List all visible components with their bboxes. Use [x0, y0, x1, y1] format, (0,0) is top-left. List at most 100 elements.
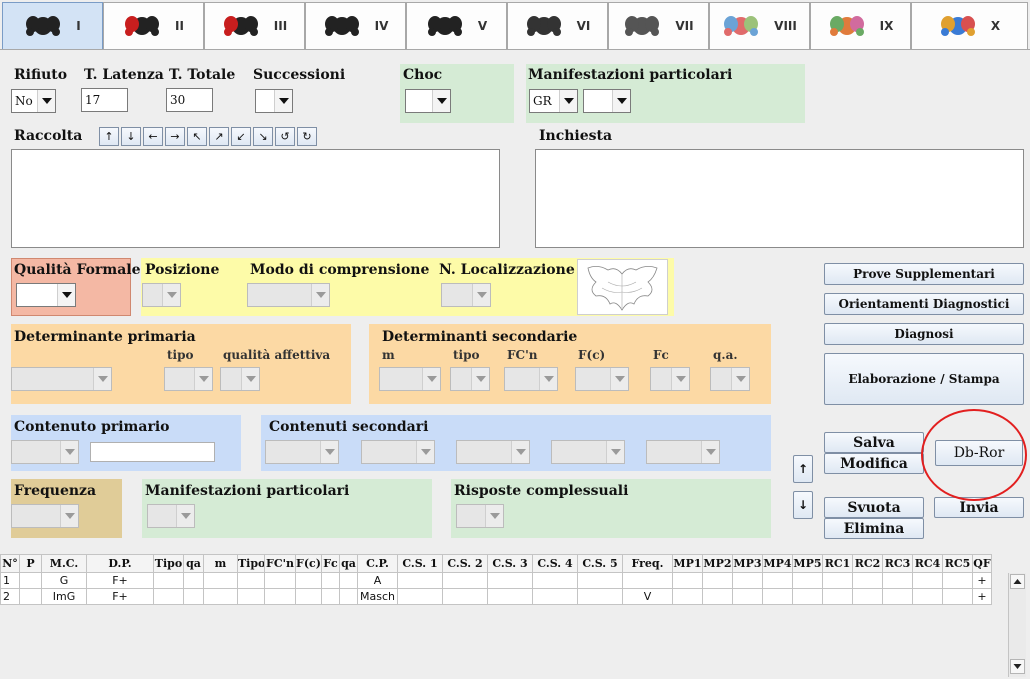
column-header[interactable]: MP5	[791, 554, 823, 573]
table-cell[interactable]	[396, 588, 443, 605]
tab-card-5[interactable]: V	[406, 2, 507, 49]
table-cell[interactable]	[911, 588, 943, 605]
salva-button[interactable]: Salva	[824, 432, 924, 453]
table-cell[interactable]	[19, 572, 42, 589]
table-cell[interactable]	[851, 572, 883, 589]
table-cell[interactable]: +	[971, 572, 992, 589]
tab-card-8[interactable]: VIII	[709, 2, 810, 49]
table-cell[interactable]	[881, 572, 913, 589]
table-cell[interactable]	[203, 572, 238, 589]
table-cell[interactable]	[339, 588, 358, 605]
det-sec-select-1[interactable]	[379, 367, 441, 391]
table-cell[interactable]	[671, 572, 703, 589]
column-header[interactable]: qa	[339, 554, 358, 573]
table-cell[interactable]: 1	[0, 572, 20, 589]
column-header[interactable]: FC'n	[264, 554, 296, 573]
table-cell[interactable]: A	[357, 572, 398, 589]
contenuto-secondario-2-select[interactable]	[361, 440, 435, 464]
column-header[interactable]: RC5	[941, 554, 973, 573]
table-row[interactable]: 2 ImG F+ Masch V +	[0, 588, 992, 605]
column-header[interactable]: qa	[183, 554, 204, 573]
table-cell[interactable]: G	[41, 572, 87, 589]
tab-card-10[interactable]: X	[911, 2, 1028, 49]
arrow-down-right-button[interactable]: ↘	[253, 127, 273, 146]
table-cell[interactable]: F+	[86, 588, 154, 605]
orientamenti-diagnostici-button[interactable]: Orientamenti Diagnostici	[824, 293, 1024, 315]
column-header[interactable]: RC3	[881, 554, 913, 573]
table-cell[interactable]	[321, 588, 340, 605]
table-cell[interactable]: ImG	[41, 588, 87, 605]
elimina-button[interactable]: Elimina	[824, 518, 924, 539]
scroll-up-button[interactable]	[1010, 574, 1025, 589]
tab-card-4[interactable]: IV	[305, 2, 406, 49]
column-header[interactable]: C.P.	[357, 554, 398, 573]
column-header[interactable]: MP3	[731, 554, 763, 573]
column-header[interactable]: Tipo	[153, 554, 184, 573]
table-cell[interactable]	[941, 588, 973, 605]
table-row[interactable]: 1 G F+ A +	[0, 572, 992, 589]
table-cell[interactable]	[791, 588, 823, 605]
tab-card-2[interactable]: II	[103, 2, 204, 49]
move-up-button[interactable]: ↑	[793, 455, 813, 483]
column-header[interactable]: Freq.	[621, 554, 673, 573]
latenza-field[interactable]: 17	[81, 88, 128, 112]
table-cell[interactable]	[396, 572, 443, 589]
manifestazioni2-select[interactable]	[147, 504, 195, 528]
contenuto-primario-select[interactable]	[11, 440, 79, 464]
table-cell[interactable]	[731, 588, 763, 605]
table-cell[interactable]: F+	[86, 572, 154, 589]
location-diagram[interactable]	[577, 259, 668, 315]
table-cell[interactable]	[791, 572, 823, 589]
table-cell[interactable]	[153, 572, 184, 589]
table-cell[interactable]	[19, 588, 42, 605]
risposte-select[interactable]	[456, 504, 504, 528]
qualita-select[interactable]	[16, 283, 76, 307]
table-cell[interactable]	[153, 588, 184, 605]
svuota-button[interactable]: Svuota	[824, 497, 924, 518]
arrow-left-button[interactable]: ←	[143, 127, 163, 146]
table-cell[interactable]	[911, 572, 943, 589]
raccolta-textarea[interactable]	[11, 149, 500, 248]
table-cell[interactable]	[821, 572, 853, 589]
column-header[interactable]: D.P.	[86, 554, 154, 573]
table-cell[interactable]: +	[971, 588, 992, 605]
column-header[interactable]: RC4	[911, 554, 943, 573]
column-header[interactable]: Tipo	[237, 554, 265, 573]
tab-card-1[interactable]: I	[2, 2, 103, 49]
table-cell[interactable]: 2	[0, 588, 20, 605]
manifestazioni-select-2[interactable]	[583, 89, 631, 113]
column-header[interactable]: MP2	[701, 554, 733, 573]
det-sec-select-2[interactable]	[450, 367, 490, 391]
column-header[interactable]: M.C.	[41, 554, 87, 573]
tab-card-9[interactable]: IX	[810, 2, 911, 49]
table-cell[interactable]	[237, 572, 265, 589]
table-cell[interactable]: V	[621, 588, 673, 605]
table-cell[interactable]	[441, 588, 488, 605]
arrow-up-left-button[interactable]: ↖	[187, 127, 207, 146]
localizzazione-select[interactable]	[441, 283, 491, 307]
posizione-select[interactable]	[142, 283, 181, 307]
manifestazioni-select-1[interactable]: GR	[529, 89, 578, 113]
table-cell[interactable]	[321, 572, 340, 589]
elaborazione-stampa-button[interactable]: Elaborazione / Stampa	[824, 353, 1024, 405]
table-cell[interactable]	[486, 588, 533, 605]
tab-card-6[interactable]: VI	[507, 2, 608, 49]
column-header[interactable]: RC1	[821, 554, 853, 573]
table-cell[interactable]	[531, 572, 578, 589]
table-cell[interactable]	[295, 588, 322, 605]
table-cell[interactable]	[183, 572, 204, 589]
tab-card-3[interactable]: III	[204, 2, 305, 49]
move-down-button[interactable]: ↓	[793, 491, 813, 519]
arrow-rotate-cw-button[interactable]: ↻	[297, 127, 317, 146]
scroll-down-button[interactable]	[1010, 659, 1025, 674]
table-cell[interactable]	[264, 588, 296, 605]
table-cell[interactable]	[851, 588, 883, 605]
contenuto-primario-field[interactable]	[90, 442, 215, 462]
contenuto-secondario-1-select[interactable]	[265, 440, 339, 464]
table-cell[interactable]	[486, 572, 533, 589]
choc-select[interactable]	[405, 89, 451, 113]
table-cell[interactable]	[701, 588, 733, 605]
table-cell[interactable]	[731, 572, 763, 589]
arrow-up-button[interactable]: ↑	[99, 127, 119, 146]
successioni-select[interactable]	[255, 89, 293, 113]
